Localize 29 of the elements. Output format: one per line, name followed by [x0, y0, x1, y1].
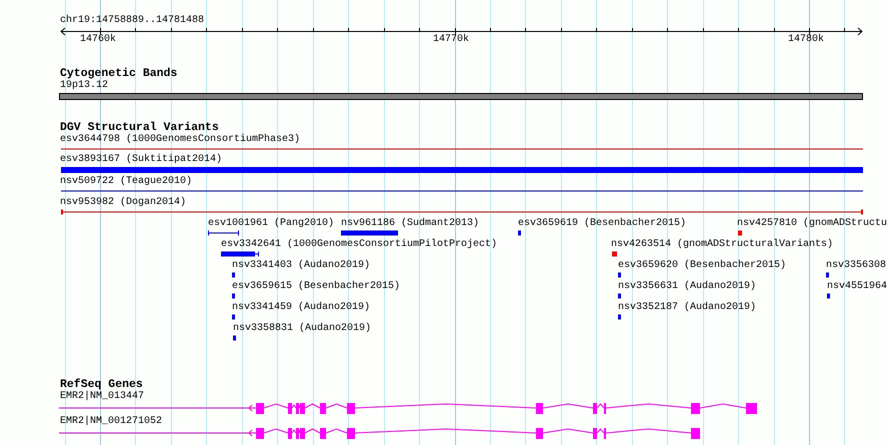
variant-label: esv3644798 (1000GenomesConsortiumPhase3)	[60, 134, 300, 146]
variant-label: nsv509722 (Teague2010)	[60, 176, 192, 188]
variant-label: nsv4551964	[827, 281, 888, 293]
track-title: DGV Structural Variants	[60, 121, 219, 134]
variant-label: esv3659620 (Besenbacher2015)	[618, 260, 786, 272]
variant-label: nsv4263514 (gnomADStructuralVariants)	[611, 239, 834, 251]
variant-label: nsv3356308	[826, 260, 886, 272]
tick-label: 14770k	[433, 34, 470, 46]
tick-label: 14780k	[788, 34, 824, 46]
variant-label: nsv3356631 (Audano2019)	[618, 281, 756, 293]
variant-label: esv3893167 (Suktitipat2014)	[60, 154, 222, 166]
variant-label: esv3659615 (Besenbacher2015)	[232, 281, 400, 293]
variant-label: nsv3341403 (Audano2019)	[232, 260, 370, 272]
location-label: chr19:14758889..14781488	[60, 15, 204, 27]
variant-label: nsv3352187 (Audano2019)	[618, 302, 756, 314]
variant-label: esv1001961 (Pang2010)	[208, 218, 334, 230]
variant-label: nsv953982 (Dogan2014)	[60, 197, 186, 209]
variant-label: nsv4257810 (gnomADStructu	[737, 218, 888, 230]
variant-label: nsv3341459 (Audano2019)	[232, 302, 370, 314]
track-title: Cytogenetic Bands	[60, 67, 178, 80]
gene-label: EMR2|NM_001271052	[60, 416, 162, 428]
variant-label: esv3342641 (1000GenomesConsortiumPilotProject)	[221, 239, 498, 251]
tick-label: 14760k	[80, 34, 116, 46]
variant-label: nsv961186 (Sudmant2013)	[341, 218, 480, 230]
gene-label: EMR2|NM_013447	[60, 391, 144, 403]
track-title: RefSeq Genes	[60, 378, 143, 391]
variant-label: esv3659619 (Besenbacher2015)	[518, 218, 686, 230]
band-label: 19p13.12	[60, 80, 108, 92]
variant-label: nsv3358831 (Audano2019)	[233, 323, 372, 335]
